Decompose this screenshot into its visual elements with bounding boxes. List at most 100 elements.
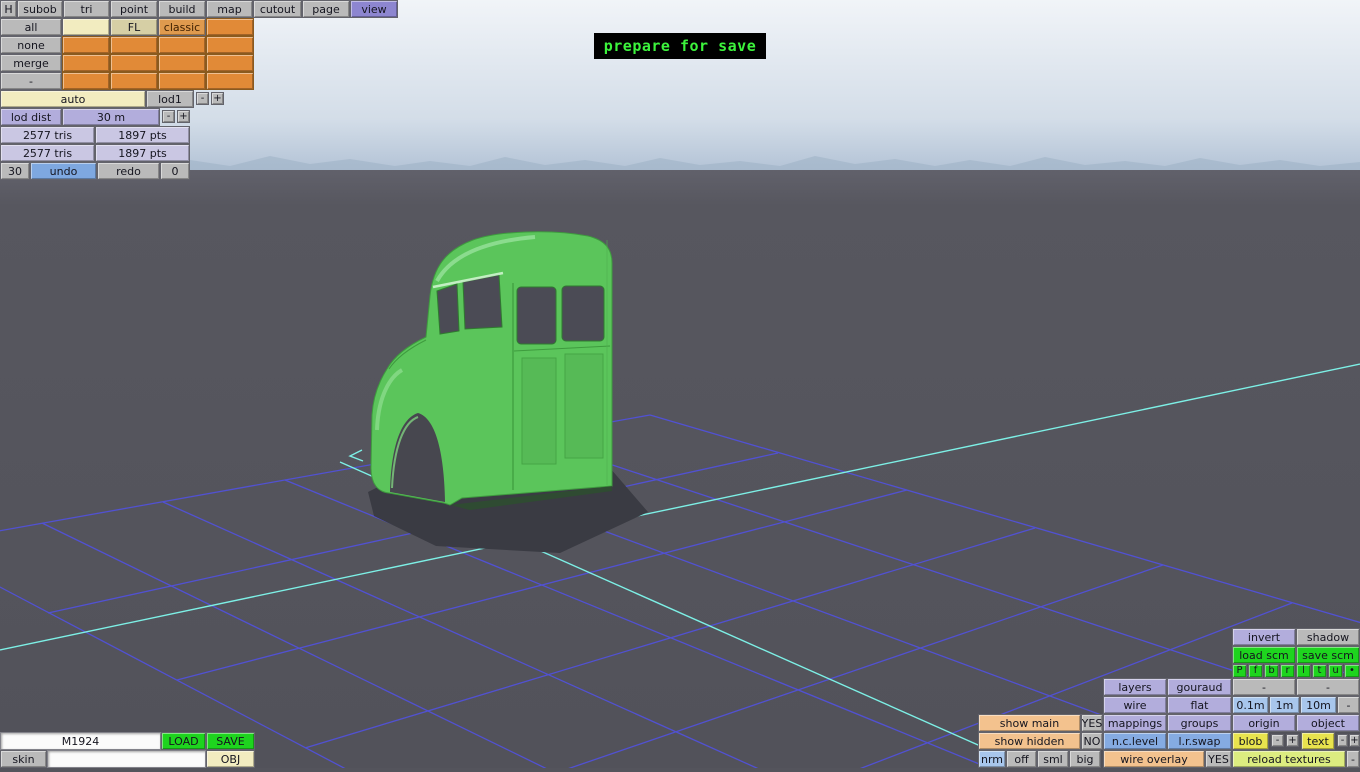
layers-button[interactable]: layers (1103, 678, 1167, 696)
subobj-cell-r4c1[interactable] (62, 72, 110, 90)
menu-item-tri[interactable]: tri (63, 0, 110, 18)
show-main-label[interactable]: show main (978, 714, 1081, 732)
redo-count: 0 (160, 162, 190, 180)
subobj-cell-r1c4[interactable] (206, 18, 254, 36)
menu-item-h[interactable]: H (0, 0, 17, 18)
menu-item-cutout[interactable]: cutout (253, 0, 302, 18)
grid-dash-button[interactable]: - (1337, 696, 1360, 714)
subobj-cell-r3c3[interactable] (158, 54, 206, 72)
lod-dist-label[interactable]: lod dist (0, 108, 62, 126)
subobj-cell-r4c2[interactable] (110, 72, 158, 90)
load-scm-button[interactable]: load scm (1232, 646, 1296, 664)
nc-level-button[interactable]: n.c.level (1103, 732, 1167, 750)
grid-10m-button[interactable]: 10m (1300, 696, 1337, 714)
undo-count: 30 (0, 162, 30, 180)
subobj-cell-r3c2[interactable] (110, 54, 158, 72)
menu-item-point[interactable]: point (110, 0, 158, 18)
subobj-none-button[interactable]: none (0, 36, 62, 54)
view-front-button[interactable]: f (1248, 664, 1263, 678)
obj-button[interactable]: OBJ (206, 750, 255, 768)
blob-plus-button[interactable]: + (1286, 734, 1299, 747)
sml-button[interactable]: sml (1037, 750, 1069, 768)
subobj-cell-fl[interactable]: FL (110, 18, 158, 36)
lod-dist-plus-button[interactable]: + (177, 110, 190, 123)
lod-minus-button[interactable]: - (196, 92, 209, 105)
grid-1m-button[interactable]: 1m (1269, 696, 1300, 714)
viewport-scene (0, 0, 1360, 772)
subobj-cell-r2c2[interactable] (110, 36, 158, 54)
gouraud-dash-button[interactable]: - (1296, 678, 1360, 696)
subobj-cell-r2c3[interactable] (158, 36, 206, 54)
blob-minus-button[interactable]: - (1271, 734, 1284, 747)
subobj-cell-r2c4[interactable] (206, 36, 254, 54)
save-scm-button[interactable]: save scm (1296, 646, 1360, 664)
subobj-merge-button[interactable]: merge (0, 54, 62, 72)
wire-overlay-label[interactable]: wire overlay (1103, 750, 1205, 768)
menu-item-subob[interactable]: subob (17, 0, 63, 18)
grid-01m-button[interactable]: 0.1m (1232, 696, 1269, 714)
pts-count-1: 1897 pts (95, 126, 190, 144)
subobj-cell-r4c3[interactable] (158, 72, 206, 90)
menu-item-page[interactable]: page (302, 0, 350, 18)
invert-button[interactable]: invert (1232, 628, 1296, 646)
view-left-button[interactable]: l (1296, 664, 1311, 678)
subobj-all-button[interactable]: all (0, 18, 62, 36)
subobj-dash-button[interactable]: - (0, 72, 62, 90)
viewport-3d[interactable] (0, 0, 1360, 772)
show-hidden-label[interactable]: show hidden (978, 732, 1081, 750)
undo-button[interactable]: undo (30, 162, 97, 180)
origin-button[interactable]: origin (1232, 714, 1296, 732)
view-back-button[interactable]: b (1264, 664, 1279, 678)
lod-plus-button[interactable]: + (211, 92, 224, 105)
subobj-cell-r3c4[interactable] (206, 54, 254, 72)
view-under-button[interactable]: u (1328, 664, 1343, 678)
blob-button[interactable]: blob (1232, 732, 1269, 750)
reload-dash-button[interactable]: - (1346, 750, 1360, 768)
flat-button[interactable]: flat (1167, 696, 1232, 714)
lr-swap-button[interactable]: l.r.swap (1167, 732, 1232, 750)
view-top-button[interactable]: t (1312, 664, 1327, 678)
tris-count-2: 2577 tris (0, 144, 95, 162)
object-button[interactable]: object (1296, 714, 1360, 732)
menu-item-view[interactable]: view (350, 0, 398, 18)
model-name-field[interactable]: M1924 (0, 732, 161, 750)
lod-dist-minus-button[interactable]: - (162, 110, 175, 123)
subobj-cell-r3c1[interactable] (62, 54, 110, 72)
gouraud-button[interactable]: gouraud (1167, 678, 1232, 696)
groups-button[interactable]: groups (1167, 714, 1232, 732)
shadow-button[interactable]: shadow (1296, 628, 1360, 646)
door-window (516, 286, 557, 345)
menu-item-build[interactable]: build (158, 0, 206, 18)
view-perspective-button[interactable]: P (1232, 664, 1247, 678)
mappings-button[interactable]: mappings (1103, 714, 1167, 732)
save-button[interactable]: SAVE (206, 732, 255, 750)
off-button[interactable]: off (1006, 750, 1037, 768)
windshield-left (436, 283, 460, 335)
skin-button[interactable]: skin (0, 750, 47, 768)
text-plus-button[interactable]: + (1349, 734, 1360, 747)
tris-count-1: 2577 tris (0, 126, 95, 144)
wire-overlay-value[interactable]: YES (1205, 750, 1232, 768)
subobj-cell-r1c1[interactable] (62, 18, 110, 36)
view-right-button[interactable]: r (1280, 664, 1295, 678)
layers-dash-button[interactable]: - (1232, 678, 1296, 696)
lod-auto-button[interactable]: auto (0, 90, 146, 108)
subobj-cell-r2c1[interactable] (62, 36, 110, 54)
show-main-value[interactable]: YES (1081, 714, 1103, 732)
status-banner: prepare for save (594, 33, 766, 59)
reload-textures-button[interactable]: reload textures (1232, 750, 1346, 768)
text-minus-button[interactable]: - (1337, 734, 1348, 747)
load-button[interactable]: LOAD (161, 732, 206, 750)
show-hidden-value[interactable]: NO (1081, 732, 1103, 750)
wire-button[interactable]: wire (1103, 696, 1167, 714)
subobj-cell-classic[interactable]: classic (158, 18, 206, 36)
subobj-cell-r4c4[interactable] (206, 72, 254, 90)
text-button[interactable]: text (1301, 732, 1335, 750)
skin-field[interactable] (47, 750, 206, 768)
redo-button[interactable]: redo (97, 162, 160, 180)
menu-item-map[interactable]: map (206, 0, 253, 18)
lod1-button[interactable]: lod1 (146, 90, 194, 108)
view-dot-button[interactable]: • (1344, 664, 1360, 678)
big-button[interactable]: big (1069, 750, 1101, 768)
nrm-button[interactable]: nrm (978, 750, 1006, 768)
